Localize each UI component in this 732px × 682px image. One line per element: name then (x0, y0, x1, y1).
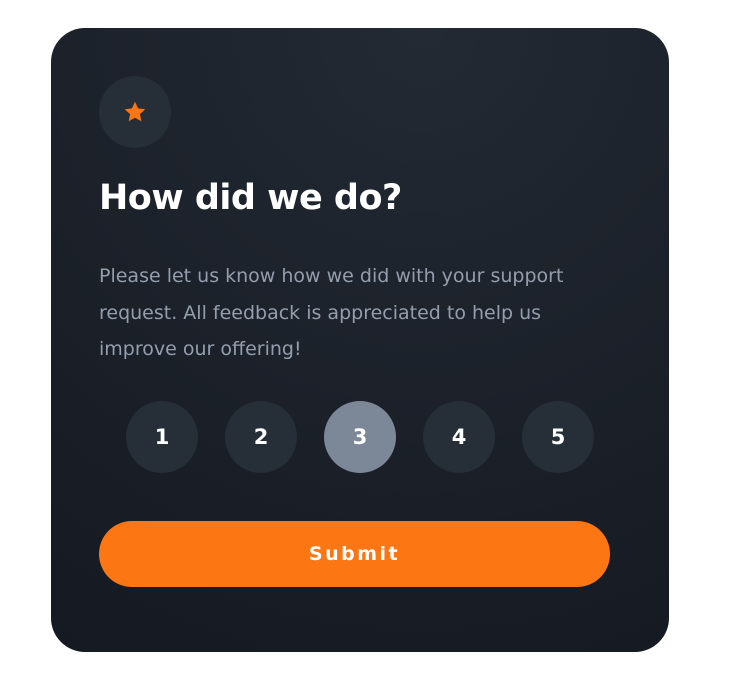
rating-button-2[interactable]: 2 (225, 401, 297, 473)
rating-button-1[interactable]: 1 (126, 401, 198, 473)
description-text: Please let us know how we did with your … (99, 265, 564, 360)
submit-button[interactable]: Submit (99, 521, 610, 587)
rating-button-3[interactable]: 3 (324, 401, 396, 473)
rating-button-5[interactable]: 5 (522, 401, 594, 473)
star-icon-container (99, 76, 171, 148)
rating-options: 1 2 3 4 5 (126, 401, 594, 473)
rating-card: How did we do? Please let us know how we… (51, 28, 669, 652)
page-title: How did we do? (99, 178, 402, 218)
rating-button-4[interactable]: 4 (423, 401, 495, 473)
star-icon (124, 101, 146, 122)
